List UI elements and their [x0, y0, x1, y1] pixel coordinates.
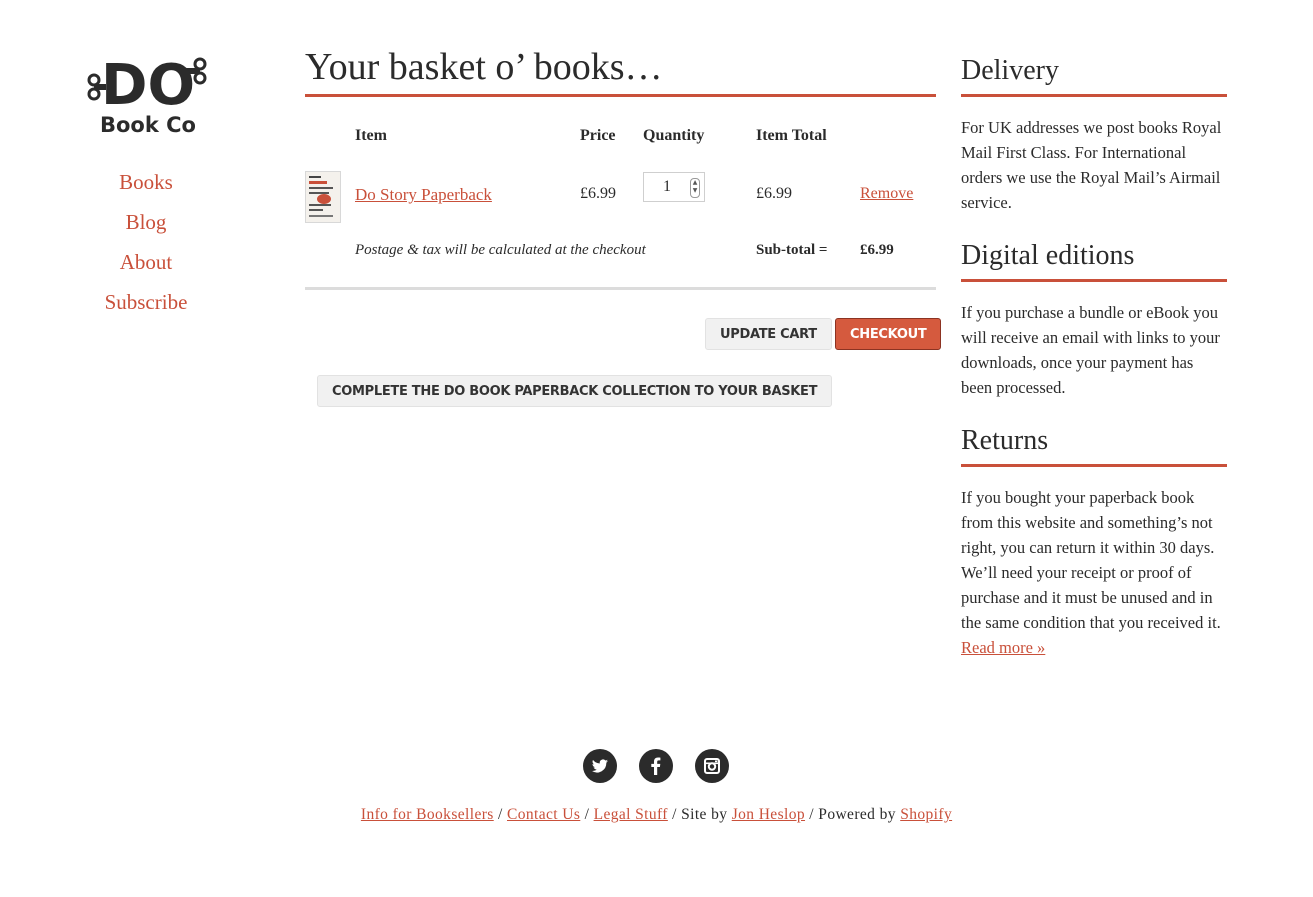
digital-text: If you purchase a bundle or eBook you wi… — [961, 303, 1220, 397]
footer-separator: / — [805, 806, 819, 823]
remove-link[interactable]: Remove — [860, 185, 913, 203]
twitter-icon[interactable] — [583, 749, 617, 783]
logo-mark: DO — [101, 53, 195, 118]
legal-link[interactable]: Legal Stuff — [594, 806, 668, 823]
footer-separator: / — [493, 806, 507, 823]
quantity-input[interactable]: 1 ▲ ▼ — [643, 172, 705, 202]
postage-note: Postage & tax will be calculated at the … — [355, 242, 646, 258]
delivery-heading: Delivery — [961, 52, 1227, 97]
cart-header-row: Item Price Quantity Item Total — [305, 97, 936, 171]
nav-blog[interactable]: Blog — [60, 202, 232, 242]
subtotal-value: £6.99 — [860, 242, 894, 258]
instagram-icon[interactable] — [695, 749, 729, 783]
returns-body: If you bought your paperback book from t… — [961, 488, 1221, 632]
nav-about[interactable]: About — [60, 242, 232, 282]
page-title: Your basket o’ books… — [305, 44, 936, 97]
author-link[interactable]: Jon Heslop — [732, 806, 805, 823]
contact-link[interactable]: Contact Us — [507, 806, 580, 823]
product-link[interactable]: Do Story Paperback — [355, 185, 492, 205]
checkout-button[interactable]: Checkout — [835, 318, 942, 350]
cart-summary-row: Postage & tax will be calculated at the … — [305, 235, 936, 290]
nav-subscribe[interactable]: Subscribe — [60, 282, 232, 322]
main-nav: Books Blog About Subscribe — [60, 162, 232, 322]
spinner-icon[interactable]: ▲ ▼ — [690, 178, 700, 198]
footer: Info for Booksellers / Contact Us / Lega… — [0, 806, 1313, 824]
row-total: £6.99 — [756, 185, 792, 202]
shopify-link[interactable]: Shopify — [900, 806, 952, 823]
update-cart-button[interactable]: Update cart — [705, 318, 832, 350]
header-item: Item — [355, 127, 387, 144]
product-thumbnail[interactable] — [305, 171, 341, 223]
digital-heading: Digital editions — [961, 237, 1227, 282]
product-price: £6.99 — [580, 185, 616, 202]
returns-text: If you bought your paperback book from t… — [961, 485, 1227, 660]
nav-books[interactable]: Books — [60, 162, 232, 202]
footer-separator: / — [580, 806, 594, 823]
header-price: Price — [580, 127, 616, 144]
read-more-link[interactable]: Read more » — [961, 638, 1045, 657]
booksellers-link[interactable]: Info for Booksellers — [361, 806, 494, 823]
facebook-icon[interactable] — [639, 749, 673, 783]
cart-row: Do Story Paperback £6.99 1 ▲ ▼ £6.99 Remo… — [305, 171, 936, 235]
logo[interactable]: DO Book Co — [86, 50, 208, 137]
delivery-text: For UK addresses we post books Royal Mai… — [961, 118, 1222, 212]
returns-heading: Returns — [961, 422, 1227, 467]
footer-separator: / — [667, 806, 682, 823]
subtotal-label: Sub-total = — [756, 242, 828, 258]
info-sidebar: Delivery For UK addresses we post books … — [961, 52, 1227, 660]
header-quantity: Quantity — [643, 127, 705, 144]
add-collection-button[interactable]: Complete the Do Book paperback collectio… — [317, 375, 833, 407]
social-links — [583, 749, 729, 783]
quantity-value: 1 — [663, 178, 671, 195]
powered-by-label: Powered by — [818, 806, 896, 823]
logo-subtitle: Book Co — [100, 113, 196, 136]
header-item-total: Item Total — [756, 127, 827, 144]
cart-section: Your basket o’ books… Item Price Quantit… — [305, 44, 942, 407]
site-by-label: Site by — [681, 806, 728, 823]
